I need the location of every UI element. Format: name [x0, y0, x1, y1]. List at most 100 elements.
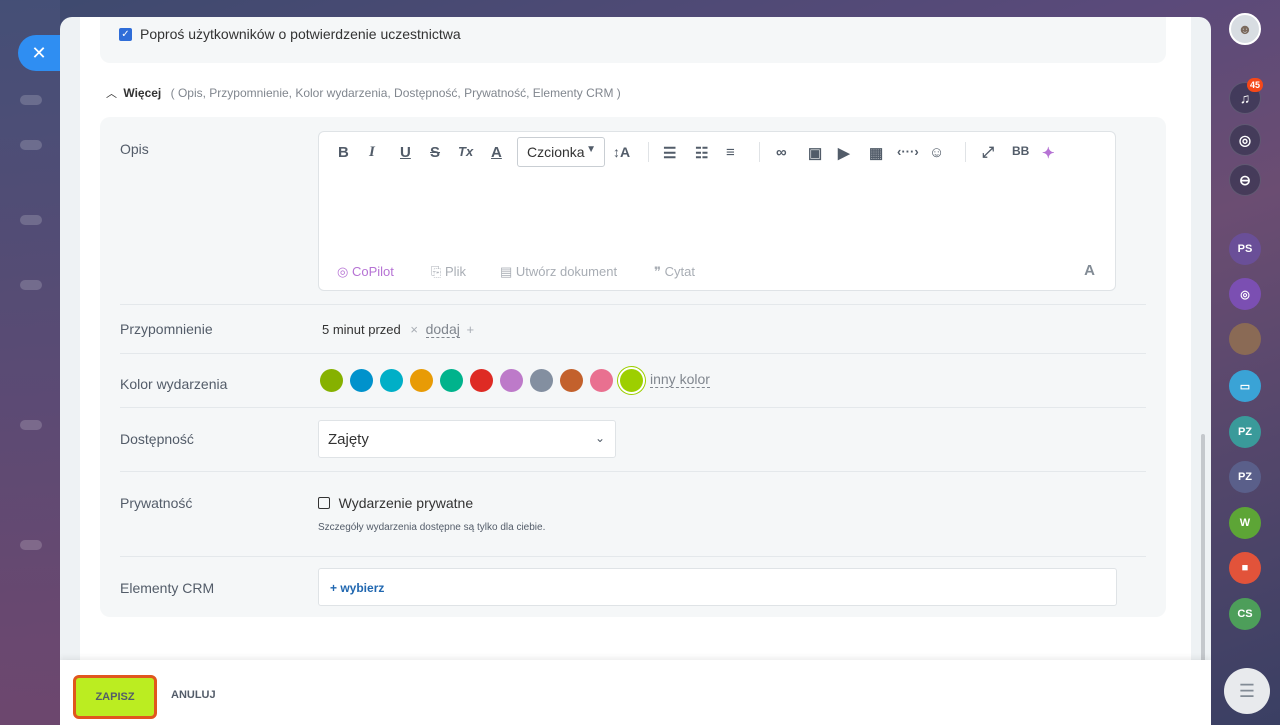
save-button[interactable]: ZAPISZ	[73, 675, 157, 719]
divider	[120, 556, 1146, 557]
color-label: Kolor wydarzenia	[120, 376, 228, 392]
italic-button[interactable]: I	[369, 144, 375, 161]
divider	[120, 407, 1146, 408]
background-item	[20, 140, 42, 150]
chat-avatar[interactable]: PZ	[1229, 416, 1261, 448]
close-slider-button[interactable]: ✕	[18, 35, 60, 71]
other-color-link[interactable]: inny kolor	[650, 371, 710, 388]
reminder-value: 5 minut przed	[322, 322, 401, 337]
copilot-icon: ◎	[1240, 288, 1250, 301]
code-icon[interactable]: ‹···›	[897, 144, 919, 159]
chat-avatar[interactable]: PZ	[1229, 461, 1261, 493]
crm-select-field[interactable]: + wybierz	[318, 568, 1117, 606]
table-icon[interactable]: ▦	[869, 144, 883, 162]
avatar[interactable]: ☻	[1229, 13, 1261, 45]
chat-avatar-photo[interactable]	[1229, 323, 1261, 355]
color-swatch[interactable]	[590, 369, 613, 392]
bold-button[interactable]: B	[338, 144, 349, 161]
chat-initials: PS	[1237, 243, 1253, 255]
search-chat-button[interactable]: ⊖	[1229, 164, 1261, 196]
link-icon[interactable]: ∞	[776, 144, 787, 161]
color-swatch[interactable]	[410, 369, 433, 392]
strikethrough-button[interactable]: S	[430, 144, 440, 161]
color-swatch[interactable]	[320, 369, 343, 392]
description-editor[interactable]: B I U S Tx A Czcionka ▼ ↕A ☰ ☷ ≡ ∞ ▣ ▶ ▦…	[318, 131, 1116, 291]
availability-value: Zajęty	[328, 431, 369, 448]
color-swatch[interactable]	[560, 369, 583, 392]
background-item	[20, 95, 42, 105]
emoji-icon[interactable]: ☺	[929, 144, 944, 161]
copilot-icon: ◎	[337, 264, 352, 279]
confirmation-section: ✓ Poproś użytkowników o potwierdzenie uc…	[100, 17, 1166, 63]
chat-avatar[interactable]: PS	[1229, 233, 1261, 265]
ai-image-icon[interactable]: ✦	[1042, 144, 1055, 162]
bulleted-list-icon[interactable]: ☷	[695, 144, 708, 162]
private-event-checkbox[interactable]	[318, 497, 330, 509]
event-form: ✓ Poproś użytkowników o potwierdzenie uc…	[80, 17, 1191, 677]
right-sidebar: ☻ ♫ 45 ◎ ⊖ PS ◎ ▭ PZ PZ W ■ CS ☰	[1215, 0, 1280, 725]
background-item	[20, 280, 42, 290]
bb-code-button[interactable]: BB	[1012, 144, 1029, 158]
color-swatch[interactable]	[470, 369, 493, 392]
editor-toolbar: B I U S Tx A Czcionka ▼ ↕A ☰ ☷ ≡ ∞ ▣ ▶ ▦…	[319, 132, 1115, 174]
chat-initials: CS	[1237, 608, 1253, 620]
align-icon[interactable]: ≡	[726, 144, 735, 161]
chat-avatar[interactable]: CS	[1229, 598, 1261, 630]
font-family-select[interactable]: Czcionka ▼	[517, 137, 605, 167]
more-options-toggle[interactable]: ︿ Więcej ( Opis, Przypomnienie, Kolor wy…	[106, 85, 621, 101]
fullscreen-icon[interactable]: ⤢	[982, 144, 994, 161]
chat-avatar-copilot[interactable]: ◎	[1229, 278, 1261, 310]
menu-button[interactable]: ☰	[1224, 668, 1270, 714]
more-title: Więcej	[123, 86, 162, 100]
chat-avatar[interactable]: W	[1229, 507, 1261, 539]
add-reminder-link[interactable]: dodaj	[425, 321, 460, 338]
bell-icon: ♫	[1239, 90, 1251, 106]
copilot-button[interactable]: ◎ CoPilot	[337, 264, 394, 280]
color-swatch[interactable]	[530, 369, 553, 392]
color-swatch[interactable]	[350, 369, 373, 392]
privacy-hint: Szczegóły wydarzenia dostępne są tylko d…	[318, 522, 546, 533]
chat-initials: PZ	[1237, 426, 1253, 438]
color-swatch[interactable]	[380, 369, 403, 392]
private-event-label: Wydarzenie prywatne	[338, 495, 474, 511]
cancel-button[interactable]: ANULUJ	[171, 689, 216, 701]
remove-reminder-icon[interactable]: ×	[410, 322, 418, 337]
video-call-button[interactable]: ■	[1229, 552, 1261, 584]
document-icon: ▤	[500, 264, 516, 279]
quote-button[interactable]: ❞ Cytat	[654, 264, 695, 280]
camera-icon: ■	[1241, 562, 1249, 574]
availability-label: Dostępność	[120, 431, 194, 447]
plus-icon: +	[466, 322, 475, 337]
create-document-button[interactable]: ▤ Utwórz dokument	[500, 264, 617, 280]
form-footer: ZAPISZ ANULUJ	[60, 660, 1211, 725]
background-item	[20, 420, 42, 430]
toolbar-divider	[965, 142, 966, 162]
chat-avatar-general[interactable]: ▭	[1229, 370, 1261, 402]
more-items-list: ( Opis, Przypomnienie, Kolor wydarzenia,…	[170, 86, 621, 100]
color-swatch[interactable]	[440, 369, 463, 392]
paperclip-icon: ⎘	[431, 264, 446, 279]
reminder-label: Przypomnienie	[120, 321, 213, 337]
font-color-button[interactable]: A	[491, 144, 502, 161]
font-size-button[interactable]: ↕A	[613, 144, 630, 160]
background-item	[20, 215, 42, 225]
text-format-toggle[interactable]: A	[1084, 262, 1095, 279]
copilot-sidebar-button[interactable]: ◎	[1229, 124, 1261, 156]
availability-select[interactable]: Zajęty ⌄	[318, 420, 616, 458]
image-icon[interactable]: ▣	[808, 144, 822, 162]
private-event-toggle[interactable]: Wydarzenie prywatne	[318, 495, 473, 511]
description-label: Opis	[120, 141, 149, 157]
user-icon: ☻	[1237, 21, 1253, 37]
video-icon[interactable]: ▶	[838, 144, 850, 162]
clear-format-button[interactable]: Tx	[458, 144, 473, 159]
color-swatch[interactable]	[500, 369, 523, 392]
numbered-list-icon[interactable]: ☰	[663, 144, 676, 162]
scrollbar[interactable]	[1201, 434, 1205, 670]
crm-select-link[interactable]: + wybierz	[330, 581, 384, 595]
divider	[120, 304, 1146, 305]
file-button[interactable]: ⎘ Plik	[431, 264, 466, 280]
toolbar-divider	[648, 142, 649, 162]
color-swatch[interactable]	[620, 369, 643, 392]
underline-button[interactable]: U	[400, 144, 411, 161]
confirm-participation-checkbox[interactable]: ✓	[119, 28, 132, 41]
